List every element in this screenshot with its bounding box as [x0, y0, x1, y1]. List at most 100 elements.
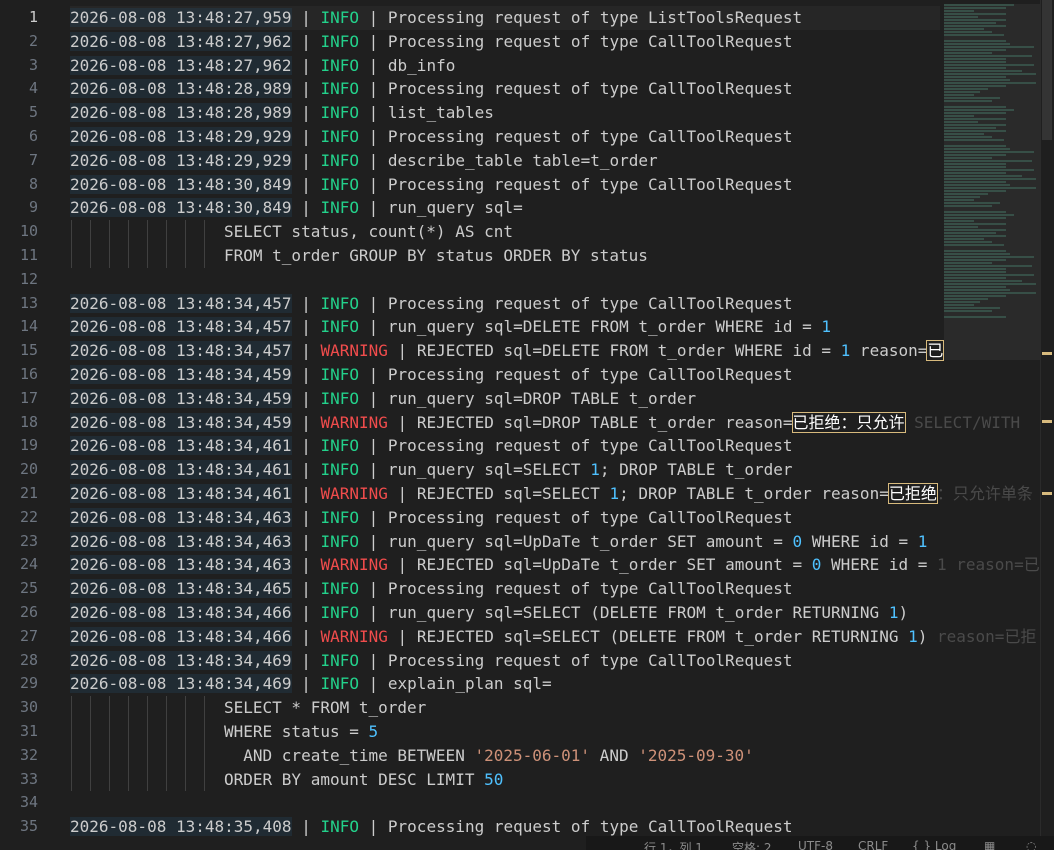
- editor-top-edge: [70, 0, 940, 4]
- log-level: INFO: [320, 317, 359, 337]
- log-separator: |: [291, 460, 321, 480]
- log-message: reason=: [850, 341, 928, 361]
- log-level: INFO: [320, 650, 359, 670]
- encoding-setting[interactable]: UTF-8: [798, 839, 833, 850]
- search-highlight: 已: [926, 340, 945, 362]
- log-line[interactable]: AND create_time BETWEEN '2025-06-01' AND…: [70, 743, 940, 768]
- log-line[interactable]: 2026-08-08 13:48:30,849 | INFO | run_que…: [70, 196, 940, 220]
- log-separator: |: [291, 388, 321, 408]
- log-separator: |: [359, 79, 388, 99]
- log-message: run_query sql=: [387, 198, 523, 218]
- log-line[interactable]: 2026-08-08 13:48:34,457 | INFO | Process…: [70, 292, 940, 316]
- line-number: 31: [19, 721, 38, 740]
- log-line[interactable]: 2026-08-08 13:48:27,962 | INFO | Process…: [70, 30, 940, 54]
- log-line[interactable]: 2026-08-08 13:48:34,459 | WARNING | REJE…: [70, 411, 1020, 435]
- log-separator: |: [359, 650, 388, 670]
- log-line[interactable]: 2026-08-08 13:48:28,989 | INFO | Process…: [70, 77, 940, 101]
- line-number: 33: [19, 769, 38, 788]
- log-line[interactable]: 2026-08-08 13:48:34,459 | INFO | Process…: [70, 363, 940, 387]
- log-line[interactable]: 2026-08-08 13:48:34,461 | INFO | run_que…: [70, 458, 940, 482]
- log-line[interactable]: SELECT status, count(*) AS cnt: [70, 220, 940, 244]
- eol-setting[interactable]: CRLF: [858, 839, 888, 850]
- sql-string: '2025-06-01': [474, 745, 591, 765]
- log-line[interactable]: WHERE status = 5: [70, 719, 940, 744]
- log-level: WARNING: [320, 626, 388, 646]
- overflow-text: 1 reason=已: [937, 555, 1040, 575]
- line-number: 18: [19, 412, 38, 431]
- cursor-position[interactable]: 行 1，列 1: [644, 839, 703, 850]
- log-content[interactable]: 2026-08-08 13:48:27,959 | INFO | Process…: [70, 6, 1040, 839]
- sql-text: FROM t_order GROUP BY status ORDER BY st…: [224, 245, 648, 265]
- line-number: 30: [19, 698, 38, 717]
- code-editor[interactable]: 1 2 3 4 5 6 7 8 9 10 11 12 13 14 15 16 17 18 19 20 21 22 23 24 2…: [0, 0, 1054, 850]
- indent-guide: [128, 696, 129, 720]
- indent-guide: [109, 243, 110, 268]
- log-message: REJECTED sql=SELECT: [416, 483, 610, 503]
- line-number: 22: [19, 507, 38, 526]
- log-separator: |: [359, 436, 388, 456]
- log-number: 1: [917, 531, 928, 551]
- line-number: 16: [19, 364, 38, 383]
- log-line[interactable]: [70, 791, 940, 815]
- log-line[interactable]: 2026-08-08 13:48:34,469 | INFO | explain…: [70, 672, 940, 696]
- log-line[interactable]: 2026-08-08 13:48:27,962 | INFO | db_info: [70, 54, 940, 78]
- log-message: Processing request of type CallToolReque…: [387, 579, 793, 599]
- log-separator: |: [359, 126, 388, 146]
- log-timestamp: 2026-08-08 13:48:28,989: [70, 79, 292, 99]
- log-line[interactable]: 2026-08-08 13:48:34,465 | INFO | Process…: [70, 577, 940, 601]
- indentation-setting[interactable]: 空格: 2: [732, 839, 772, 850]
- log-line[interactable]: 2026-08-08 13:48:34,463 | WARNING | REJE…: [70, 553, 1040, 577]
- log-line[interactable]: 2026-08-08 13:48:34,466 | INFO | run_que…: [70, 601, 940, 625]
- log-timestamp: 2026-08-08 13:48:34,466: [70, 626, 292, 646]
- log-line[interactable]: 2026-08-08 13:48:34,466 | WARNING | REJE…: [70, 625, 1036, 649]
- log-line[interactable]: [70, 268, 940, 292]
- log-timestamp: 2026-08-08 13:48:34,457: [70, 317, 292, 337]
- log-line[interactable]: ORDER BY amount DESC LIMIT 50: [70, 767, 940, 792]
- log-separator: |: [291, 8, 321, 27]
- log-message: ; DROP TABLE t_order reason=: [619, 483, 889, 503]
- line-number: 29: [19, 674, 38, 693]
- line-number: 9: [28, 198, 38, 217]
- log-line[interactable]: 2026-08-08 13:48:28,989 | INFO | list_ta…: [70, 101, 940, 125]
- log-line[interactable]: 2026-08-08 13:48:34,469 | INFO | Process…: [70, 649, 940, 673]
- log-separator: |: [291, 626, 321, 646]
- indent-guide: [90, 743, 91, 768]
- log-line[interactable]: 2026-08-08 13:48:30,849 | INFO | Process…: [70, 173, 940, 197]
- line-number: 26: [19, 602, 38, 621]
- minimap-slider[interactable]: [944, 4, 1040, 360]
- log-line[interactable]: SELECT * FROM t_order: [70, 696, 940, 720]
- log-message: run_query sql=SELECT: [387, 460, 591, 480]
- line-number: 4: [28, 79, 38, 98]
- log-number: 1: [840, 341, 851, 361]
- log-level: INFO: [320, 55, 359, 75]
- language-mode[interactable]: { } Log: [912, 839, 956, 850]
- log-message: Processing request of type CallToolReque…: [387, 79, 793, 99]
- log-timestamp: 2026-08-08 13:48:34,461: [70, 483, 292, 503]
- indent-guide: [185, 243, 186, 268]
- notifications-icon[interactable]: ◌: [1026, 839, 1036, 850]
- log-line[interactable]: 2026-08-08 13:48:34,463 | INFO | run_que…: [70, 530, 940, 554]
- sql-text: ORDER BY amount DESC LIMIT: [224, 769, 485, 789]
- scrollbar-thumb[interactable]: [1042, 0, 1052, 140]
- indent-guide: [109, 767, 110, 792]
- line-number: 21: [19, 483, 38, 502]
- log-message: Processing request of type CallToolReque…: [387, 293, 793, 313]
- log-separator: |: [359, 317, 388, 337]
- log-line[interactable]: 2026-08-08 13:48:34,457 | INFO | run_que…: [70, 315, 940, 339]
- log-line[interactable]: 2026-08-08 13:48:34,461 | INFO | Process…: [70, 434, 940, 458]
- indent-guide: [128, 743, 129, 768]
- log-line[interactable]: FROM t_order GROUP BY status ORDER BY st…: [70, 243, 940, 268]
- log-line[interactable]: 2026-08-08 13:48:27,959 | INFO | Process…: [70, 6, 940, 30]
- layout-icon[interactable]: ▦: [984, 839, 995, 850]
- indent-guide: [147, 743, 148, 768]
- log-line[interactable]: 2026-08-08 13:48:34,461 | WARNING | REJE…: [70, 482, 1033, 506]
- log-line[interactable]: 2026-08-08 13:48:34,459 | INFO | run_que…: [70, 387, 940, 411]
- log-separator: |: [359, 8, 388, 27]
- line-number: 23: [19, 531, 38, 550]
- log-line[interactable]: 2026-08-08 13:48:34,463 | INFO | Process…: [70, 506, 940, 530]
- log-line[interactable]: 2026-08-08 13:48:29,929 | INFO | Process…: [70, 125, 940, 149]
- log-line[interactable]: 2026-08-08 13:48:29,929 | INFO | describ…: [70, 149, 940, 173]
- log-separator: |: [291, 483, 321, 503]
- log-message: WHERE id =: [802, 531, 918, 551]
- log-line[interactable]: 2026-08-08 13:48:34,457 | WARNING | REJE…: [70, 339, 945, 363]
